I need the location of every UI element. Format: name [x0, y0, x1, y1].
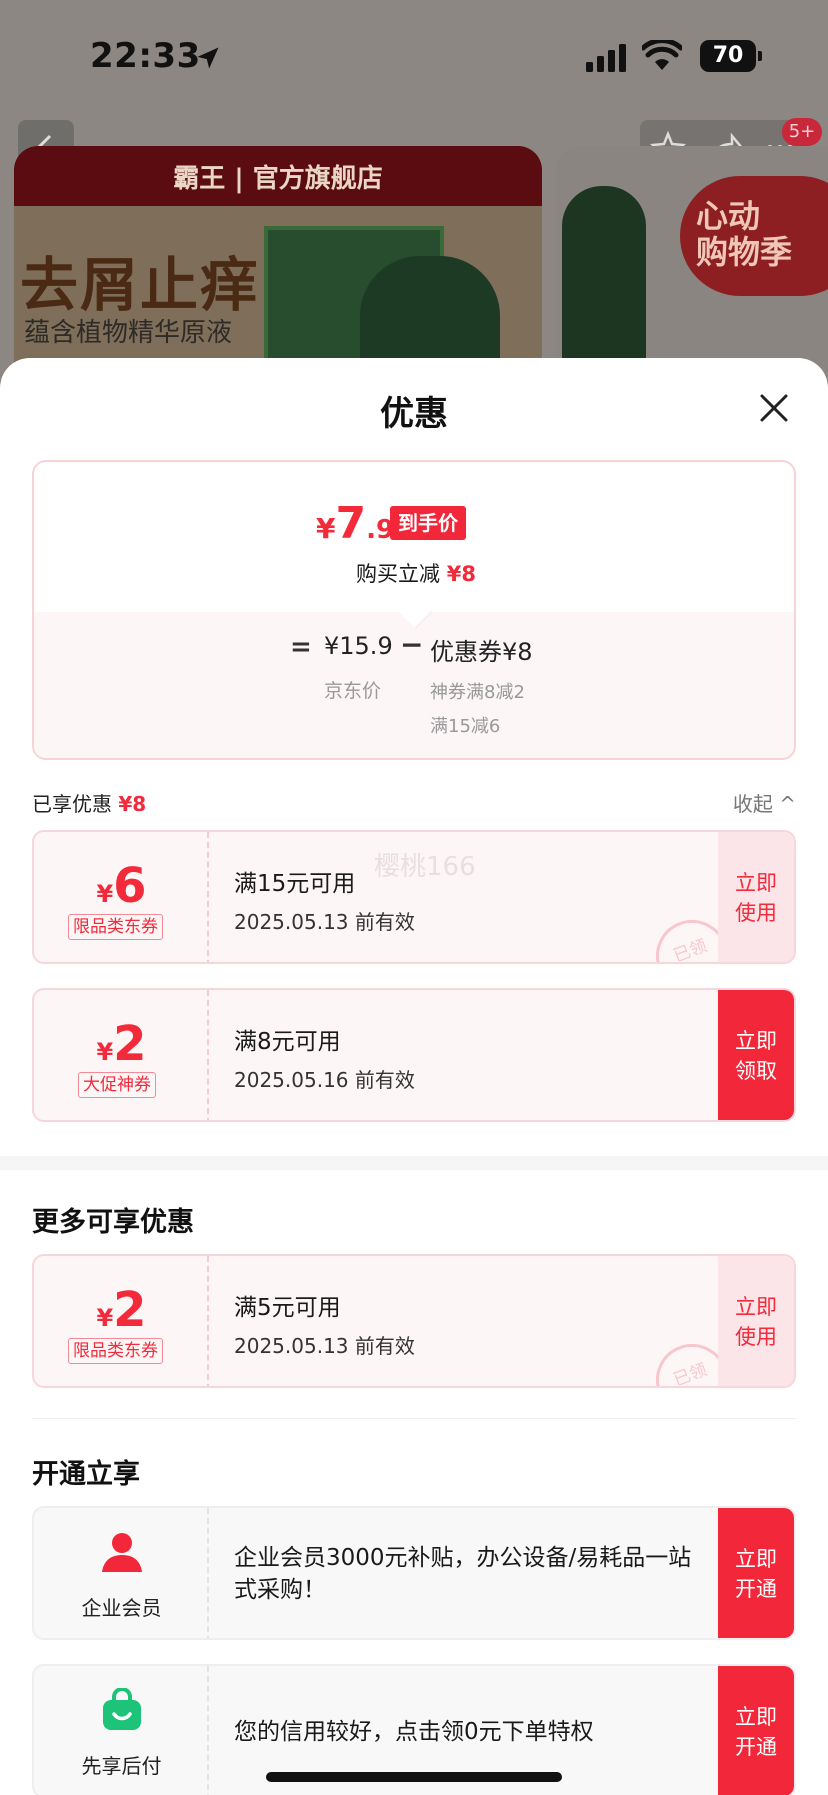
coupon-expiry: 2025.05.16 前有效	[234, 1068, 415, 1092]
coupon-condition: 满15元可用	[234, 871, 356, 897]
coupon-currency: ¥	[96, 880, 114, 908]
coupon-expiry: 2025.05.13 前有效	[234, 910, 415, 934]
open-now-button[interactable]: 立即 开通	[718, 1666, 794, 1795]
enjoyed-amount: ¥8	[118, 792, 147, 816]
discount-sheet: 优惠 ¥7.9 到手价 购买立减 ¥8 = ¥15.9 − 优惠券¥8 京东价 …	[0, 358, 828, 1795]
coupon-value-section: ¥6 限品类东券	[34, 832, 209, 962]
home-indicator[interactable]	[266, 1772, 562, 1782]
open-perks-title: 开通立享	[32, 1459, 140, 1490]
perk-description: 您的信用较好，点击领0元下单特权	[234, 1719, 594, 1745]
perk-name: 先享后付	[81, 1754, 162, 1778]
close-icon[interactable]	[756, 390, 792, 426]
coupon-value-section: ¥2 限品类东券	[34, 1256, 209, 1386]
cellular-signal-icon	[586, 44, 626, 72]
battery-icon: 70	[700, 40, 762, 72]
coupon-expiry: 2025.05.13 前有效	[234, 1334, 415, 1358]
enjoyed-discount-row: 已享优惠 ¥8 收起 ^	[32, 782, 796, 822]
final-price-currency: ¥	[316, 512, 336, 545]
jd-price-label: 京东价	[324, 680, 382, 702]
perk-icon-section: 先享后付	[34, 1666, 209, 1795]
coupon-detail: 满15减6	[430, 716, 501, 737]
coupon-value: 2	[113, 1282, 147, 1338]
person-icon	[102, 1533, 142, 1572]
watermark: 樱桃166	[374, 852, 476, 882]
product-banner[interactable]: 霸王 | 官方旗舰店 去屑止痒 蕴含植物精华原液	[14, 146, 542, 380]
final-price: ¥7.9	[316, 498, 394, 549]
equals-sign: =	[290, 632, 312, 662]
instant-reduction: 购买立减 ¥8	[34, 558, 794, 588]
coupon-card: ¥6 限品类东券 樱桃166 满15元可用 2025.05.13 前有效 已领 …	[32, 830, 796, 964]
coupon-card: ¥2 限品类东券 满5元可用 2025.05.13 前有效 已领 立即 使用	[32, 1254, 796, 1388]
reduction-amount: ¥8	[446, 562, 476, 586]
minus-sign: −	[400, 628, 424, 661]
coupon-amount: ¥2	[34, 1282, 209, 1338]
coupon-currency: ¥	[96, 1038, 114, 1066]
coupon-condition: 满8元可用	[234, 1029, 341, 1055]
banner-subtitle: 蕴含植物精华原液	[24, 318, 233, 348]
perk-description: 企业会员3000元补贴，办公设备/易耗品一站式采购！	[234, 1545, 692, 1603]
status-bar: 22:33 70	[0, 0, 828, 110]
shopping-bag-icon	[103, 1688, 141, 1730]
perk-name: 企业会员	[81, 1596, 162, 1620]
sheet-title: 优惠	[380, 394, 448, 434]
use-now-button[interactable]: 立即 使用	[718, 832, 794, 962]
claim-now-button[interactable]: 立即 领取	[718, 990, 794, 1120]
more-discounts-title: 更多可享优惠	[32, 1207, 194, 1238]
open-now-button[interactable]: 立即 开通	[718, 1508, 794, 1638]
enjoyed-label: 已享优惠 ¥8	[32, 788, 146, 817]
coupon-condition: 满5元可用	[234, 1295, 341, 1321]
notification-badge: 5+	[782, 118, 822, 146]
perk-card: 企业会员 企业会员3000元补贴，办公设备/易耗品一站式采购！ 立即 开通	[32, 1506, 796, 1640]
perk-icon-section: 企业会员	[34, 1508, 209, 1638]
coupon-amount: ¥6	[34, 858, 209, 914]
coupon-value-section: ¥2 大促神券	[34, 990, 209, 1120]
coupon-type-badge: 限品类东券	[68, 914, 163, 940]
reduction-label: 购买立减	[356, 562, 447, 586]
side-bottle-image	[562, 186, 646, 366]
coupon-card: ¥2 大促神券 满8元可用 2025.05.16 前有效 立即 领取	[32, 988, 796, 1122]
product-page-background: 22:33 70 5+ 霸王 | 官方旗舰店 去屑止痒 蕴含植物精华原液 心动 …	[0, 0, 828, 380]
promo-badge-text: 心动 购物季	[696, 197, 793, 271]
jd-price: ¥15.9	[324, 632, 393, 660]
banner-slogan: 去屑止痒	[20, 251, 261, 319]
coupon-type-badge: 大促神券	[78, 1072, 156, 1098]
final-price-tag: 到手价	[390, 506, 466, 540]
enjoyed-text: 已享优惠	[32, 792, 119, 816]
coupon-type-badge: 限品类东券	[68, 1338, 163, 1364]
secondary-banner[interactable]: 心动 购物季	[556, 146, 828, 380]
coupon-currency: ¥	[96, 1304, 114, 1332]
use-now-button[interactable]: 立即 使用	[718, 1256, 794, 1386]
divider	[32, 1418, 796, 1419]
coupon-value: 2	[113, 1016, 147, 1072]
final-price-integer: 7	[335, 498, 367, 549]
coupon-detail: 神券满8减2	[430, 682, 525, 703]
wifi-icon	[642, 40, 682, 70]
brand-store-label: 霸王 | 官方旗舰店	[173, 164, 383, 194]
coupon-amount: ¥2	[34, 1016, 209, 1072]
coupon-value: 6	[113, 858, 147, 914]
location-arrow-icon	[197, 47, 219, 69]
price-summary-card: ¥7.9 到手价 购买立减 ¥8 = ¥15.9 − 优惠券¥8 京东价 神券满…	[32, 460, 796, 760]
coupon-total: 优惠券¥8	[430, 638, 533, 666]
status-time: 22:33	[90, 36, 201, 76]
collapse-button[interactable]: 收起 ^	[733, 788, 796, 817]
section-divider	[0, 1156, 828, 1170]
